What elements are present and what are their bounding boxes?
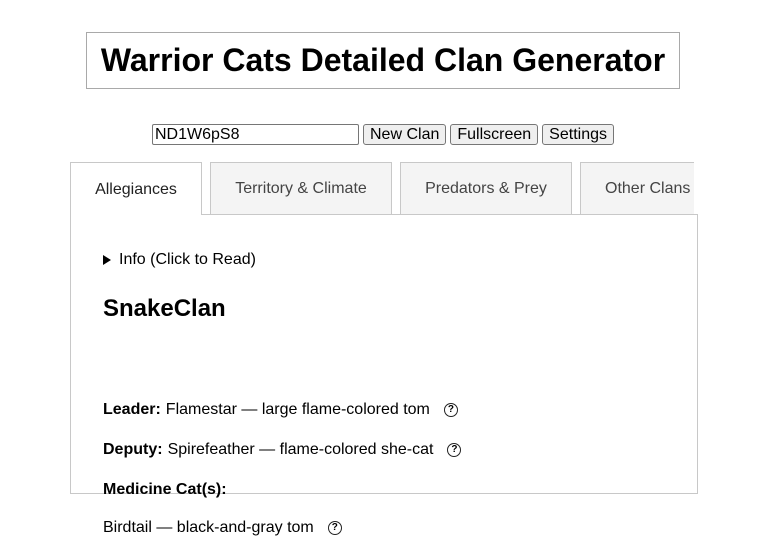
seed-input[interactable] bbox=[152, 124, 359, 145]
help-circle-icon[interactable]: ? bbox=[447, 443, 462, 457]
leader-label: Leader: bbox=[103, 401, 161, 418]
help-circle-icon[interactable]: ? bbox=[443, 403, 458, 417]
disclosure-triangle-icon bbox=[103, 255, 111, 265]
medicine-cats-heading: Medicine Cat(s): bbox=[103, 481, 227, 498]
deputy-value: Spirefeather — flame-colored she-cat bbox=[167, 441, 434, 458]
leader-value: Flamestar — large flame-colored tom bbox=[165, 401, 430, 418]
tab-strip: Allegiances Territory & Climate Predator… bbox=[70, 162, 694, 215]
tab-other-clans[interactable]: Other Clans bbox=[580, 162, 694, 215]
help-circle-icon[interactable]: ? bbox=[327, 521, 342, 535]
tabs-container: Allegiances Territory & Climate Predator… bbox=[70, 162, 698, 536]
tab-predators-prey[interactable]: Predators & Prey bbox=[400, 162, 572, 215]
info-disclosure[interactable]: Info (Click to Read) bbox=[103, 251, 256, 269]
medicine-cat-row: Birdtail — black-and-gray tom ? bbox=[103, 519, 342, 537]
medicine-cat-value: Birdtail — black-and-gray tom bbox=[103, 519, 314, 536]
leader-row: Leader: Flamestar — large flame-colored … bbox=[103, 401, 458, 419]
info-summary-label: Info (Click to Read) bbox=[119, 251, 256, 268]
clan-name: SnakeClan bbox=[103, 295, 226, 322]
medicine-heading-row: Medicine Cat(s): bbox=[103, 481, 232, 499]
tab-territory-climate[interactable]: Territory & Climate bbox=[210, 162, 392, 215]
page-title: Warrior Cats Detailed Clan Generator bbox=[100, 42, 666, 78]
settings-button[interactable]: Settings bbox=[542, 124, 614, 145]
tab-allegiances[interactable]: Allegiances bbox=[70, 162, 202, 215]
allegiances-panel: Info (Click to Read) SnakeClan Leader: F… bbox=[70, 214, 698, 536]
title-box: Warrior Cats Detailed Clan Generator bbox=[86, 32, 680, 89]
controls-bar: New Clan Fullscreen Settings bbox=[152, 123, 618, 146]
new-clan-button[interactable]: New Clan bbox=[363, 124, 447, 145]
fullscreen-button[interactable]: Fullscreen bbox=[450, 124, 539, 145]
deputy-label: Deputy: bbox=[103, 441, 163, 458]
deputy-row: Deputy: Spirefeather — flame-colored she… bbox=[103, 441, 462, 459]
